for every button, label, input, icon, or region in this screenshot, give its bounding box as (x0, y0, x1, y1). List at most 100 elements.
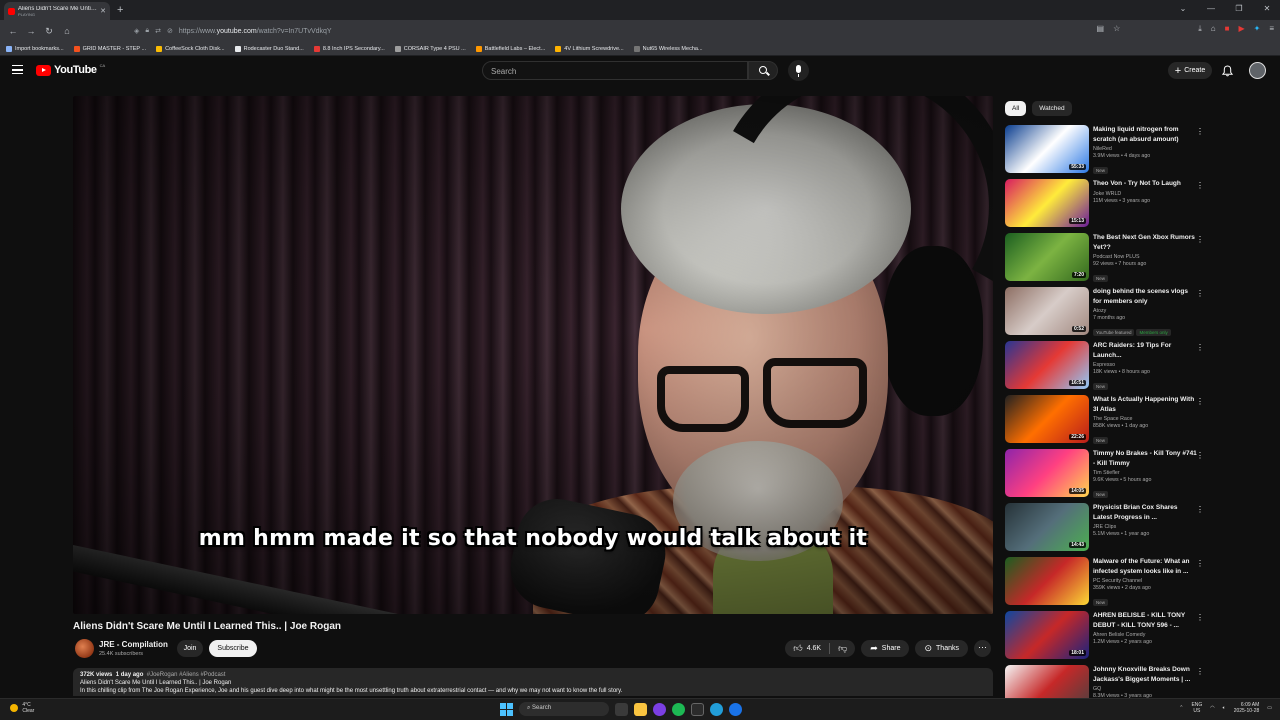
account-avatar[interactable] (1249, 62, 1266, 79)
file-explorer-icon[interactable] (634, 702, 647, 716)
new-tab-button[interactable]: + (117, 4, 123, 16)
bookmark-item[interactable]: Battlefield Labs – Elect... (475, 45, 545, 52)
recommendation-channel[interactable]: JRE Clips (1093, 524, 1198, 530)
more-options-icon[interactable]: ⋮ (1196, 451, 1204, 460)
like-button[interactable]: 👍︎ 4.6K (785, 644, 829, 653)
more-options-icon[interactable]: ⋮ (1196, 343, 1204, 352)
more-options-icon[interactable]: ⋮ (1196, 235, 1204, 244)
weather-widget[interactable]: 4°C Clear (10, 702, 34, 714)
join-button[interactable]: Join (177, 640, 203, 657)
create-button[interactable]: + Create (1168, 62, 1212, 79)
home-icon[interactable]: ⌂ (58, 26, 76, 36)
recommendation-item[interactable]: 55:33 Making liquid nitrogen from scratch… (1005, 125, 1210, 179)
more-options-icon[interactable]: ⋮ (1196, 289, 1204, 298)
recommendation-item[interactable]: Malware of the Future: What an infected … (1005, 557, 1210, 611)
extension-blue-icon[interactable]: ✦ (1254, 24, 1261, 34)
recommendation-title[interactable]: doing behind the scenes vlogs for member… (1093, 287, 1198, 306)
more-options-icon[interactable]: ⋮ (1196, 505, 1204, 514)
channel-name[interactable]: JRE - Compilation (99, 640, 168, 649)
recommendation-item[interactable]: 14:05 Timmy No Brakes - Kill Tony #741 - … (1005, 449, 1210, 503)
maximize-icon[interactable]: ❐ (1232, 4, 1246, 13)
chip-all[interactable]: All (1005, 101, 1027, 116)
recommendation-channel[interactable]: Atozy (1093, 308, 1198, 314)
youtube-logo[interactable]: YouTube CA (36, 63, 105, 76)
wifi-icon[interactable]: ◠ (1210, 705, 1214, 711)
app-purple-icon[interactable] (653, 702, 666, 716)
subscribe-button[interactable]: Subscribe (209, 640, 257, 657)
tab-close-icon[interactable]: ✕ (100, 7, 106, 15)
extensions-icon[interactable]: ⌂ (1211, 24, 1216, 34)
recommendation-thumbnail[interactable]: 18:01 (1005, 611, 1089, 659)
recommendation-thumbnail[interactable]: 15:13 (1005, 179, 1089, 227)
recommendation-channel[interactable]: Joke WRLD (1093, 191, 1198, 197)
recommendation-title[interactable]: What Is Actually Happening With 3I Atlas (1093, 395, 1198, 414)
taskbar-search[interactable]: ⌕ Search (519, 702, 609, 716)
bookmark-item[interactable]: GRID MASTER - STEP ... (73, 45, 146, 52)
address-bar[interactable]: ◈ 🔒︎ ⇄ ⊘ https://www.youtube.com/watch?v… (134, 23, 1104, 39)
telegram-icon[interactable] (710, 702, 723, 716)
more-options-icon[interactable]: ⋮ (1196, 397, 1204, 406)
task-view-icon[interactable] (615, 702, 628, 716)
site-settings-icon[interactable]: ⇄ (155, 27, 161, 35)
reader-view-icon[interactable]: ▤ (1097, 24, 1105, 34)
recommendation-thumbnail[interactable]: 22:26 (1005, 395, 1089, 443)
minimize-icon[interactable]: — (1204, 4, 1218, 13)
voice-search-button[interactable] (788, 60, 809, 81)
more-options-icon[interactable]: ⋮ (1196, 667, 1204, 676)
tab-search-icon[interactable]: ⌄ (1176, 4, 1190, 13)
bookmark-item[interactable]: Import bookmarks... (6, 45, 64, 52)
reload-icon[interactable]: ↻ (40, 26, 58, 37)
notification-center-icon[interactable]: ▭ (1267, 705, 1272, 711)
recommendation-channel[interactable]: Espresso (1093, 362, 1198, 368)
recommendation-thumbnail[interactable]: 0:52 (1005, 287, 1089, 335)
browser-tab-active[interactable]: Aliens Didn't Scare Me Until I L PLAYING… (4, 2, 110, 20)
tray-overflow-icon[interactable]: ⌃ (1179, 705, 1183, 711)
more-options-icon[interactable]: ⋮ (1196, 613, 1204, 622)
bookmark-item[interactable]: CoffeeSock Cloth Disk... (156, 45, 225, 52)
recommendation-channel[interactable]: Ahren Belisle Comedy (1093, 632, 1198, 638)
extension-red-icon[interactable]: ■ (1225, 24, 1230, 34)
recommendation-channel[interactable]: Tim Stiefler (1093, 470, 1198, 476)
recommendation-thumbnail[interactable]: 16:51 (1005, 341, 1089, 389)
spotify-icon[interactable] (672, 702, 685, 716)
more-options-icon[interactable]: ⋮ (1196, 127, 1204, 136)
more-options-icon[interactable]: ⋮ (1196, 181, 1204, 190)
recommendation-thumbnail[interactable]: 14:05 (1005, 449, 1089, 497)
recommendation-title[interactable]: Theo Von - Try Not To Laugh (1093, 179, 1198, 189)
recommendation-item[interactable]: 15:13 Theo Von - Try Not To Laugh Joke WRL… (1005, 179, 1210, 233)
search-button[interactable] (748, 61, 778, 80)
recommendation-title[interactable]: Timmy No Brakes - Kill Tony #741 - Kill … (1093, 449, 1198, 468)
back-icon[interactable]: ← (4, 26, 22, 36)
chip-watched[interactable]: Watched (1032, 101, 1072, 116)
recommendation-item[interactable]: 18:01 AHREN BELISLE - KILL TONY DEBUT - K… (1005, 611, 1210, 665)
recommendation-item[interactable]: 0:52 doing behind the scenes vlogs for me… (1005, 287, 1210, 341)
recommendation-thumbnail[interactable] (1005, 557, 1089, 605)
windows-start-icon[interactable] (500, 702, 513, 716)
recommendation-item[interactable]: 16:51 ARC Raiders: 19 Tips For Launch... E… (1005, 341, 1210, 395)
bookmark-item[interactable]: 8.8 Inch IPS Secondary... (313, 45, 385, 52)
bookmark-item[interactable]: Rodecaster Duo Stand... (234, 45, 304, 52)
browser-icon[interactable] (729, 702, 742, 716)
extension-youtube-icon[interactable]: ▶ (1238, 24, 1244, 34)
close-window-icon[interactable]: ✕ (1260, 4, 1274, 13)
bookmark-star-icon[interactable]: ☆ (1113, 24, 1120, 34)
recommendation-title[interactable]: Physicist Brian Cox Shares Latest Progre… (1093, 503, 1198, 522)
bookmark-item[interactable]: Nut65 Wireless Mecha... (633, 45, 703, 52)
more-actions-icon[interactable]: ⋯ (974, 640, 991, 657)
recommendation-title[interactable]: AHREN BELISLE - KILL TONY DEBUT - KILL T… (1093, 611, 1198, 630)
recommendation-thumbnail[interactable]: 14:43 (1005, 503, 1089, 551)
tracking-icon[interactable]: ⊘ (167, 27, 173, 35)
share-button[interactable]: ➦ Share (861, 640, 910, 657)
recommendation-title[interactable]: Making liquid nitrogen from scratch (an … (1093, 125, 1198, 144)
recommendation-channel[interactable]: Podcast Now PLUS (1093, 254, 1198, 260)
volume-icon[interactable]: 🔈︎ (1223, 705, 1226, 711)
dislike-button[interactable]: 👎︎ (830, 644, 855, 653)
recommendation-channel[interactable]: The Space Race (1093, 416, 1198, 422)
hamburger-menu-icon[interactable] (12, 65, 23, 74)
channel-avatar[interactable] (75, 639, 94, 658)
recommendation-title[interactable]: ARC Raiders: 19 Tips For Launch... (1093, 341, 1198, 360)
recommendation-thumbnail[interactable]: 55:33 (1005, 125, 1089, 173)
app-x-icon[interactable] (691, 702, 704, 716)
recommendation-channel[interactable]: PC Security Channel (1093, 578, 1198, 584)
language-indicator[interactable]: ENG US (1191, 702, 1202, 714)
